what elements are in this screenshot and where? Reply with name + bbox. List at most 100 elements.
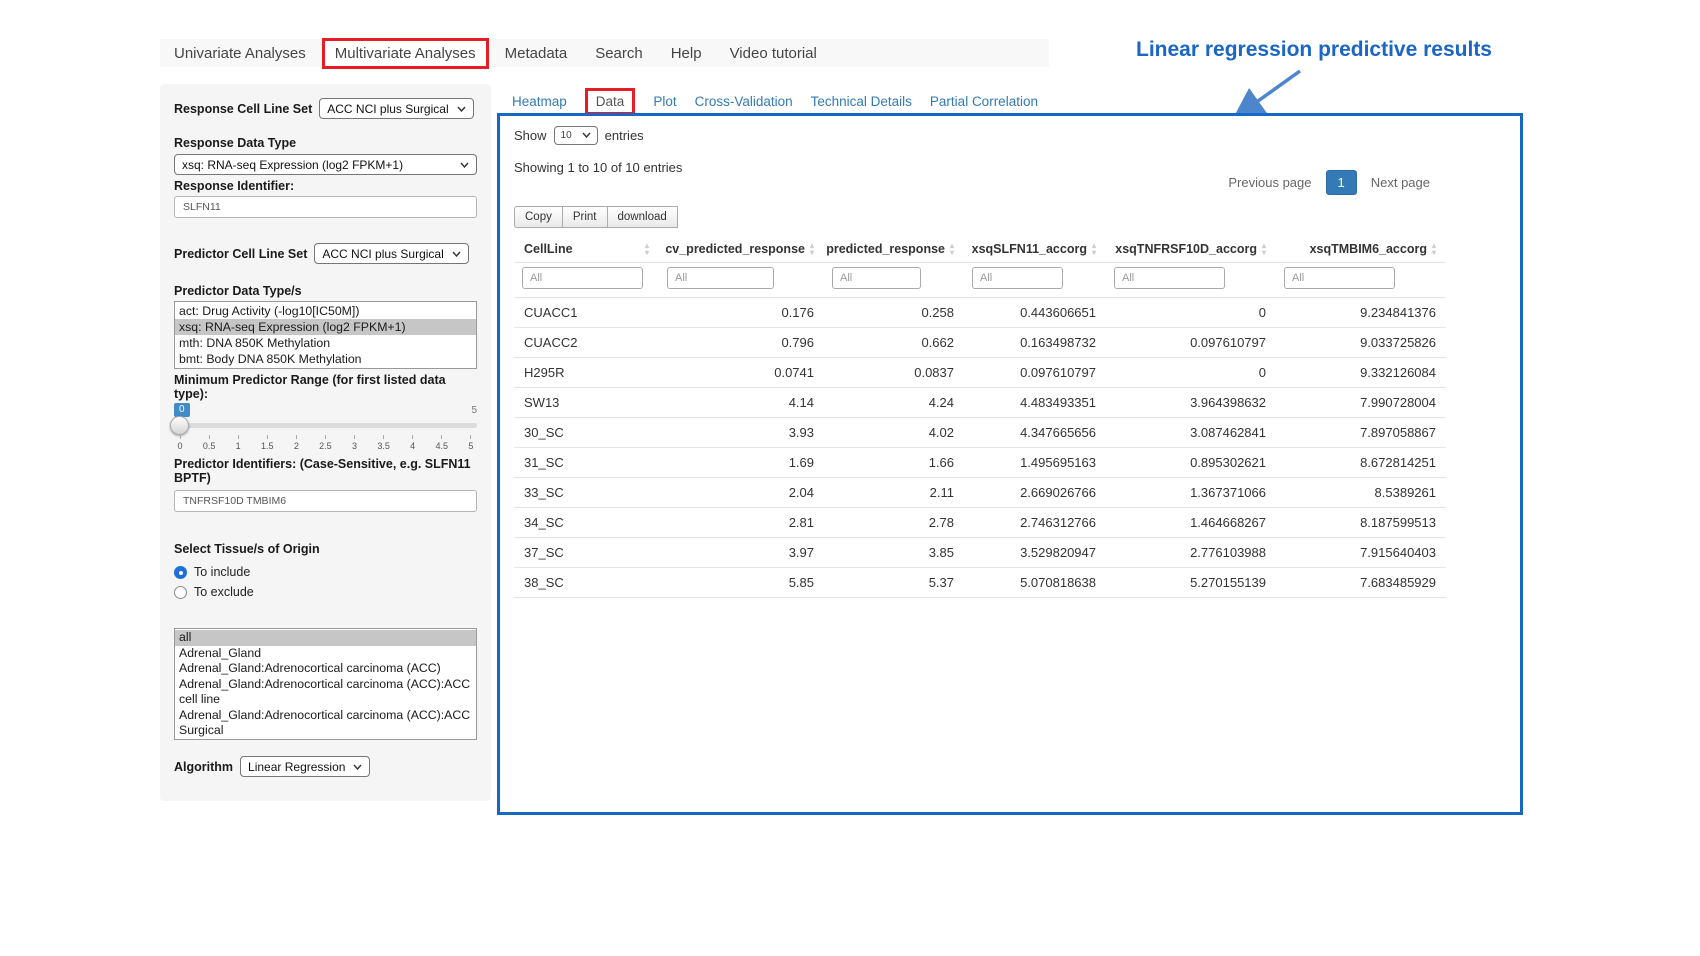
listbox-option[interactable]: Adrenal_Gland:Adrenocortical carcinoma (… bbox=[175, 661, 476, 677]
response-data-type-label: Response Data Type bbox=[174, 136, 477, 150]
table-row[interactable]: 37_SC 3.97 3.85 3.529820947 2.776103988 … bbox=[514, 538, 1446, 568]
export-button[interactable]: download bbox=[607, 206, 678, 228]
response-identifier-input[interactable] bbox=[174, 196, 477, 218]
xsqslfn11-cell: 4.483493351 bbox=[964, 388, 1106, 418]
nav-item[interactable]: Search bbox=[581, 45, 657, 62]
results-tab[interactable]: Partial Correlation bbox=[930, 94, 1038, 109]
listbox-option[interactable]: bmt: Body DNA 850K Methylation bbox=[175, 351, 476, 367]
nav-item[interactable]: Multivariate Analyses bbox=[322, 38, 489, 69]
response-cell-line-set-row: Response Cell Line Set ACC NCI plus Surg… bbox=[174, 98, 477, 119]
top-nav: Univariate Analyses Multivariate Analyse… bbox=[160, 39, 1049, 67]
entries-label: entries bbox=[605, 128, 644, 143]
table-row[interactable]: 38_SC 5.85 5.37 5.070818638 5.270155139 … bbox=[514, 568, 1446, 598]
table-row[interactable]: SW13 4.14 4.24 4.483493351 3.964398632 7… bbox=[514, 388, 1446, 418]
xsqslfn11-cell: 0.097610797 bbox=[964, 358, 1106, 388]
results-tab[interactable]: Heatmap bbox=[512, 94, 567, 109]
listbox-option[interactable]: Adrenal_Gland:Adrenocortical carcinoma (… bbox=[175, 677, 476, 708]
predictor-cell-line-set-select[interactable]: ACC NCI plus Surgical bbox=[314, 243, 468, 264]
slider-tick: 5 bbox=[467, 435, 475, 451]
predicted-response-cell: 2.78 bbox=[824, 508, 964, 538]
column-header[interactable]: predicted_response ▴▾ bbox=[824, 234, 964, 263]
export-button[interactable]: Copy bbox=[514, 206, 563, 228]
tissue-radio[interactable]: To exclude bbox=[174, 582, 477, 602]
results-tab[interactable]: Cross-Validation bbox=[695, 94, 793, 109]
slider-tick: 0 bbox=[176, 435, 184, 451]
nav-item[interactable]: Help bbox=[657, 45, 716, 62]
slider-handle[interactable] bbox=[170, 416, 189, 435]
table-row[interactable]: 31_SC 1.69 1.66 1.495695163 0.895302621 … bbox=[514, 448, 1446, 478]
cell-line-cell: 38_SC bbox=[514, 568, 659, 598]
predictor-data-type-listbox[interactable]: act: Drug Activity (-log10[IC50M]) xsq: … bbox=[174, 301, 477, 369]
cv-predicted-response-cell: 5.85 bbox=[659, 568, 824, 598]
sort-icon[interactable]: ▴▾ bbox=[950, 242, 954, 256]
sort-icon[interactable]: ▴▾ bbox=[810, 242, 814, 256]
sort-icon[interactable]: ▴▾ bbox=[1262, 242, 1266, 256]
response-cell-line-set-select[interactable]: ACC NCI plus Surgical bbox=[319, 98, 473, 119]
slider-track[interactable] bbox=[174, 423, 477, 428]
listbox-option[interactable]: mth: DNA 850K Methylation bbox=[175, 335, 476, 351]
tissue-radio[interactable]: To include bbox=[174, 562, 477, 582]
xsqtnfrsf10d-cell: 0.097610797 bbox=[1106, 328, 1276, 358]
column-filter-input[interactable] bbox=[1284, 267, 1395, 289]
nav-item[interactable]: Video tutorial bbox=[716, 45, 831, 62]
predictor-identifiers-label: Predictor Identifiers: (Case-Sensitive, … bbox=[174, 457, 477, 485]
column-filter-input[interactable] bbox=[667, 267, 774, 289]
sidebar: Response Cell Line Set ACC NCI plus Surg… bbox=[160, 84, 491, 801]
min-predictor-range-slider[interactable]: 0 5 00.511.522.533.544.55 bbox=[174, 403, 477, 451]
predictor-identifiers-input[interactable] bbox=[174, 490, 477, 512]
table-body: CUACC1 0.176 0.258 0.443606651 0 9.23484… bbox=[514, 298, 1446, 598]
table-row[interactable]: CUACC1 0.176 0.258 0.443606651 0 9.23484… bbox=[514, 298, 1446, 328]
next-page-button[interactable]: Next page bbox=[1361, 170, 1440, 195]
xsqtnfrsf10d-cell: 0.895302621 bbox=[1106, 448, 1276, 478]
column-header[interactable]: CellLine ▴▾ bbox=[514, 234, 659, 263]
column-header[interactable]: xsqTNFRSF10D_accorg ▴▾ bbox=[1106, 234, 1276, 263]
listbox-option[interactable]: act: Drug Activity (-log10[IC50M]) bbox=[175, 303, 476, 319]
xsqtmbim6-cell: 7.897058867 bbox=[1276, 418, 1446, 448]
column-header[interactable]: cv_predicted_response ▴▾ bbox=[659, 234, 824, 263]
column-filter-input[interactable] bbox=[1114, 267, 1225, 289]
response-data-type-select[interactable]: xsq: RNA-seq Expression (log2 FPKM+1) bbox=[174, 154, 477, 175]
column-header[interactable]: xsqTMBIM6_accorg ▴▾ bbox=[1276, 234, 1446, 263]
xsqslfn11-cell: 5.070818638 bbox=[964, 568, 1106, 598]
column-filter-input[interactable] bbox=[522, 267, 643, 289]
cv-predicted-response-cell: 2.04 bbox=[659, 478, 824, 508]
column-filter-input[interactable] bbox=[972, 267, 1063, 289]
current-page-button[interactable]: 1 bbox=[1326, 170, 1357, 195]
column-header-label: xsqSLFN11_accorg bbox=[972, 242, 1087, 256]
column-header[interactable]: xsqSLFN11_accorg ▴▾ bbox=[964, 234, 1106, 263]
cv-predicted-response-cell: 1.69 bbox=[659, 448, 824, 478]
results-tab[interactable]: Data bbox=[585, 88, 636, 115]
listbox-option[interactable]: xsq: RNA-seq Expression (log2 FPKM+1) bbox=[175, 319, 476, 335]
table-row[interactable]: H295R 0.0741 0.0837 0.097610797 0 9.3321… bbox=[514, 358, 1446, 388]
listbox-option[interactable]: Adrenal_Gland bbox=[175, 646, 476, 662]
radio-icon[interactable] bbox=[174, 566, 187, 579]
entries-select[interactable]: 10 bbox=[554, 126, 598, 145]
export-button[interactable]: Print bbox=[562, 206, 608, 228]
radio-label: To include bbox=[194, 565, 250, 579]
sort-icon[interactable]: ▴▾ bbox=[1092, 242, 1096, 256]
table-row[interactable]: 33_SC 2.04 2.11 2.669026766 1.367371066 … bbox=[514, 478, 1446, 508]
listbox-option[interactable]: all bbox=[175, 630, 476, 646]
results-tab[interactable]: Plot bbox=[653, 94, 676, 109]
results-tab[interactable]: Technical Details bbox=[811, 94, 912, 109]
sort-icon[interactable]: ▴▾ bbox=[1432, 242, 1436, 256]
xsqtnfrsf10d-cell: 1.464668267 bbox=[1106, 508, 1276, 538]
table-row[interactable]: 34_SC 2.81 2.78 2.746312766 1.464668267 … bbox=[514, 508, 1446, 538]
previous-page-button[interactable]: Previous page bbox=[1218, 170, 1321, 195]
table-row[interactable]: 30_SC 3.93 4.02 4.347665656 3.087462841 … bbox=[514, 418, 1446, 448]
algorithm-select[interactable]: Linear Regression bbox=[240, 756, 370, 777]
radio-icon[interactable] bbox=[174, 586, 187, 599]
xsqslfn11-cell: 0.163498732 bbox=[964, 328, 1106, 358]
tissue-listbox[interactable]: all Adrenal_Gland Adrenal_Gland:Adrenoco… bbox=[174, 628, 477, 740]
sort-icon[interactable]: ▴▾ bbox=[645, 242, 649, 256]
slider-tick: 2 bbox=[292, 435, 300, 451]
listbox-option[interactable]: Adrenal_Gland:Adrenocortical carcinoma (… bbox=[175, 708, 476, 739]
nav-item[interactable]: Metadata bbox=[491, 45, 582, 62]
nav-item[interactable]: Univariate Analyses bbox=[160, 45, 320, 62]
predictor-cell-line-set-label: Predictor Cell Line Set bbox=[174, 247, 307, 261]
table-header-row: CellLine ▴▾ cv_predicted_response ▴▾ bbox=[514, 234, 1446, 263]
cv-predicted-response-cell: 4.14 bbox=[659, 388, 824, 418]
column-filter-input[interactable] bbox=[832, 267, 921, 289]
xsqslfn11-cell: 3.529820947 bbox=[964, 538, 1106, 568]
table-row[interactable]: CUACC2 0.796 0.662 0.163498732 0.0976107… bbox=[514, 328, 1446, 358]
